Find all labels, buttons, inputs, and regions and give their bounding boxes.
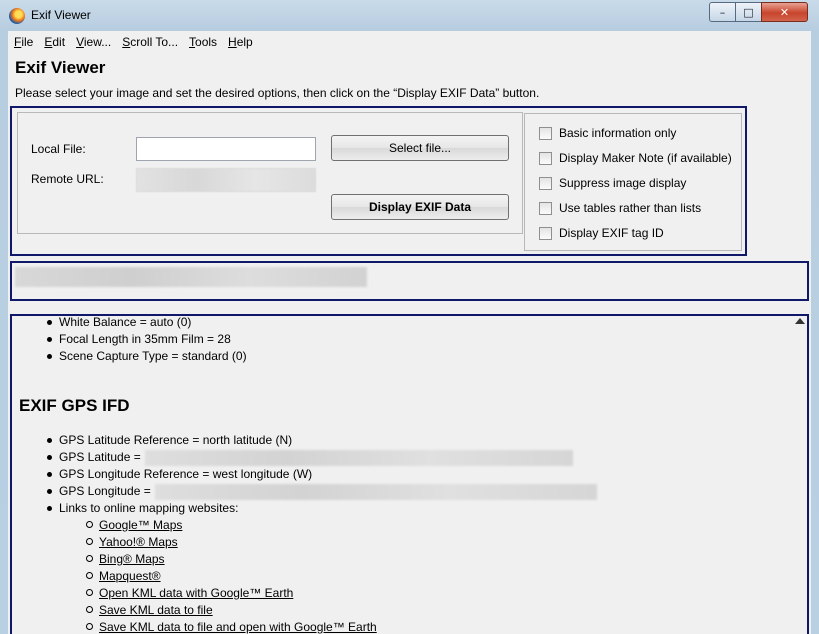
link-google-maps[interactable]: Google™ Maps	[85, 518, 182, 532]
exif-viewer-window: Exif Viewer – □ ✕ File Edit View... Scro…	[0, 0, 819, 634]
option-use-tables[interactable]: Use tables rather than lists	[539, 200, 701, 216]
vertical-scrollbar[interactable]	[792, 316, 807, 634]
list-item: White Balance = auto (0)	[46, 315, 192, 329]
link-yahoo-maps[interactable]: Yahoo!® Maps	[86, 535, 178, 549]
list-item: GPS Longitude =	[47, 484, 597, 500]
gps-section-heading: EXIF GPS IFD	[19, 396, 130, 415]
window-title: Exif Viewer	[31, 8, 91, 22]
checkbox-unchecked-icon[interactable]	[539, 201, 552, 215]
option-exif-tag-id[interactable]: Display EXIF tag ID	[539, 225, 664, 241]
select-file-button[interactable]: Select file...	[331, 135, 509, 161]
link-mapquest[interactable]: Mapquest®	[86, 569, 161, 583]
checkbox-unchecked-icon[interactable]	[539, 151, 552, 165]
firefox-icon	[9, 8, 25, 24]
list-item: Scene Capture Type = standard (0)	[47, 349, 247, 363]
link-save-kml[interactable]: Save KML data to file	[86, 603, 213, 617]
redacted-latitude	[144, 450, 573, 466]
local-file-label: Local File:	[31, 142, 86, 156]
link-bing-maps[interactable]: Bing® Maps	[86, 552, 165, 566]
checkbox-unchecked-icon[interactable]	[539, 126, 552, 140]
checkbox-unchecked-icon[interactable]	[539, 176, 552, 190]
options-group: Basic information only Display Maker Not…	[524, 113, 742, 251]
checkbox-unchecked-icon[interactable]	[539, 226, 552, 240]
menu-file[interactable]: File	[8, 31, 38, 53]
menu-help[interactable]: Help	[222, 31, 258, 53]
client-area: File Edit View... Scroll To... Tools Hel…	[8, 31, 811, 634]
list-item: GPS Longitude Reference = west longitude…	[46, 467, 313, 481]
remote-url-label: Remote URL:	[31, 172, 104, 186]
link-open-kml-google-earth[interactable]: Open KML data with Google™ Earth	[85, 586, 293, 600]
option-basic-info[interactable]: Basic information only	[539, 125, 676, 141]
list-item: Links to online mapping websites:	[46, 501, 239, 515]
menu-tools[interactable]: Tools	[183, 31, 222, 53]
file-fields-group: Local File: Select file... Remote URL: D…	[17, 112, 523, 234]
input-panel: Local File: Select file... Remote URL: D…	[10, 106, 747, 256]
option-maker-note[interactable]: Display Maker Note (if available)	[539, 150, 732, 166]
menu-bar: File Edit View... Scroll To... Tools Hel…	[8, 31, 811, 53]
list-item: Focal Length in 35mm Film = 28	[47, 332, 231, 346]
close-button[interactable]: ✕	[761, 2, 808, 22]
maximize-button[interactable]: □	[735, 2, 762, 22]
menu-edit[interactable]: Edit	[38, 31, 70, 53]
exif-output-panel[interactable]: White Balance = auto (0) Focal Length in…	[10, 314, 809, 634]
menu-scroll-to[interactable]: Scroll To...	[116, 31, 183, 53]
page-title: Exif Viewer	[15, 58, 106, 77]
redacted-filename	[15, 267, 367, 287]
redacted-longitude	[154, 484, 597, 500]
link-save-kml-open-earth[interactable]: Save KML data to file and open with Goog…	[86, 620, 377, 634]
title-bar[interactable]: Exif Viewer – □ ✕	[0, 0, 819, 31]
remote-url-input[interactable]	[136, 168, 316, 192]
list-item: GPS Latitude =	[47, 450, 573, 466]
display-exif-button[interactable]: Display EXIF Data	[331, 194, 509, 220]
instructions-text: Please select your image and set the des…	[15, 86, 540, 100]
status-panel	[10, 261, 809, 301]
option-suppress-image[interactable]: Suppress image display	[539, 175, 686, 191]
scroll-up-arrow-icon[interactable]	[795, 318, 805, 324]
minimize-button[interactable]: –	[709, 2, 735, 22]
list-item: GPS Latitude Reference = north latitude …	[46, 433, 293, 447]
local-file-input[interactable]	[136, 137, 316, 161]
menu-view[interactable]: View...	[70, 31, 116, 53]
